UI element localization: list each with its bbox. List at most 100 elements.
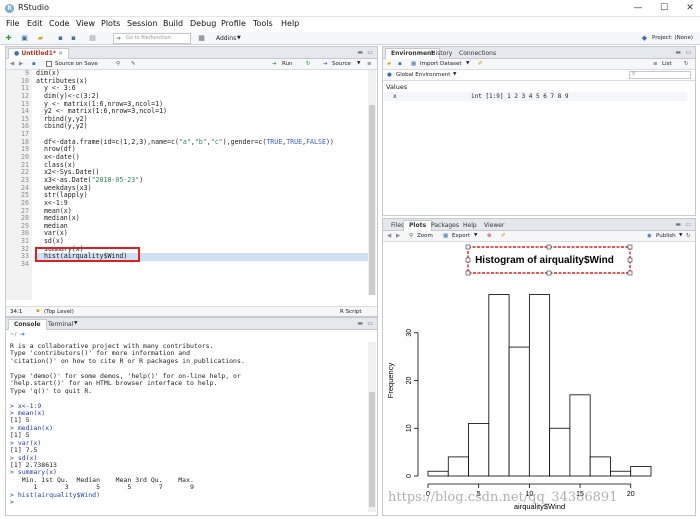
console-minimize-icon[interactable]: ▬: [357, 320, 363, 327]
code-area[interactable]: dim(x) attributes(x) y <- 3:6 dim(y)<-c(3…: [36, 69, 372, 300]
back-arrow-icon[interactable]: ◀: [10, 61, 14, 67]
console-input-line: > sd(x): [10, 453, 38, 462]
plots-maximize-icon[interactable]: ▭: [685, 221, 691, 228]
console-maximize-icon[interactable]: ▭: [367, 320, 373, 327]
publish-menu[interactable]: Publish: [656, 233, 676, 239]
tab-viewer[interactable]: Viewer: [478, 220, 510, 231]
tab-console[interactable]: Console: [8, 319, 47, 330]
import-dataset-button[interactable]: Import Dataset: [420, 61, 462, 67]
global-environment-menu[interactable]: Global Environment: [396, 72, 450, 78]
menu-plots[interactable]: Plots: [101, 19, 120, 28]
resize-handle: [627, 270, 633, 276]
environment-row[interactable]: x int [1:9] 1 2 3 4 5 6 7 8 9: [383, 92, 687, 101]
zoom-button[interactable]: Zoom: [417, 233, 433, 239]
code-tools-icon[interactable]: ✎: [131, 61, 136, 67]
export-menu[interactable]: Export: [452, 233, 470, 239]
menu-file[interactable]: File: [6, 19, 19, 28]
new-project-icon[interactable]: ▣: [20, 34, 29, 43]
code-line[interactable]: x<-date(): [36, 153, 372, 162]
plots-pane: Files Plots Packages Help Viewer ▬ ▭ ◀ ▶…: [382, 218, 696, 516]
editor-tab-untitled1[interactable]: ● Untitled1* ✕: [8, 48, 70, 59]
menu-help[interactable]: Help: [281, 19, 299, 28]
code-line[interactable]: median: [36, 222, 372, 231]
save-all-icon[interactable]: ▪: [69, 34, 78, 43]
forward-arrow-icon[interactable]: ▶: [19, 61, 23, 67]
remove-plot-icon[interactable]: ⊗: [487, 233, 492, 239]
env-refresh-icon[interactable]: ↻: [684, 61, 689, 67]
new-file-icon[interactable]: ✚: [4, 34, 13, 43]
maximize-button[interactable]: ☐: [656, 2, 672, 14]
source-chevron-icon[interactable]: ▼: [357, 61, 360, 66]
goto-file-input[interactable]: ➔ Go to file/function: [113, 33, 191, 44]
plots-minimize-icon[interactable]: ▬: [675, 221, 681, 228]
console-input-line: > x<-1:9: [10, 401, 42, 410]
code-line[interactable]: cbind(y,y2): [36, 123, 372, 131]
terminal-chevron-icon[interactable]: ▼: [74, 321, 77, 326]
menu-profile[interactable]: Profile: [221, 19, 246, 28]
load-workspace-icon[interactable]: ▰: [387, 61, 391, 67]
tab-connections[interactable]: Connections: [453, 48, 502, 59]
file-type-label[interactable]: R Script: [340, 309, 362, 315]
clear-plots-broom-icon[interactable]: ✐: [501, 233, 506, 239]
menu-edit[interactable]: Edit: [27, 19, 43, 28]
minimize-button[interactable]: —: [630, 2, 646, 14]
code-line[interactable]: [36, 261, 372, 269]
project-menu[interactable]: Project: (None): [652, 35, 693, 41]
source-on-save-checkbox[interactable]: [46, 61, 52, 67]
outline-icon[interactable]: ≡: [367, 61, 372, 67]
publish-chevron-icon[interactable]: ▼: [679, 233, 682, 238]
editor-save-icon[interactable]: ▪: [32, 61, 36, 67]
goto-placeholder: Go to file/function: [126, 35, 171, 41]
close-button[interactable]: ✕: [682, 2, 698, 14]
code-line[interactable]: attributes(x): [36, 77, 372, 86]
tab-close-icon[interactable]: ✕: [58, 50, 63, 57]
scope-label[interactable]: (Top Level): [44, 309, 74, 315]
code-line[interactable]: mean(x): [36, 207, 372, 216]
console-goto-icon[interactable]: ➔: [20, 331, 25, 338]
save-workspace-icon[interactable]: ▪: [398, 61, 402, 67]
code-line[interactable]: sd(x): [36, 237, 372, 246]
open-folder-icon[interactable]: ▰: [36, 34, 45, 43]
grid-layout-icon[interactable]: ▦: [197, 34, 206, 43]
resize-handle: [546, 244, 552, 250]
addins-menu[interactable]: Addins: [216, 35, 236, 42]
console-output[interactable]: R is a collaborative project with many c…: [10, 342, 370, 507]
code-line[interactable]: nrow(df): [36, 146, 372, 154]
code-line[interactable]: x<-1:9: [36, 199, 372, 208]
code-line[interactable]: df<-data.frame(id=c(1,2,3),name=c("a","b…: [36, 138, 372, 147]
environment-search-input[interactable]: ⚲: [629, 71, 691, 79]
print-icon[interactable]: ▤: [88, 34, 97, 43]
console-scrollbar-thumb[interactable]: [369, 392, 375, 507]
next-plot-icon[interactable]: ▶: [396, 233, 400, 239]
menu-debug[interactable]: Debug: [190, 19, 216, 28]
list-view-menu[interactable]: List: [662, 61, 672, 67]
prev-plot-icon[interactable]: ◀: [387, 233, 391, 239]
chart-title: Histogram of airquality$Wind: [475, 255, 614, 266]
code-line[interactable]: median(x): [36, 215, 372, 223]
menu-code[interactable]: Code: [49, 19, 69, 28]
search-icon[interactable]: ⚲: [116, 61, 120, 67]
code-line[interactable]: str(lapply): [36, 192, 372, 200]
broom-icon[interactable]: ✐: [478, 61, 483, 67]
env-minimize-icon[interactable]: ▬: [675, 49, 681, 56]
save-icon[interactable]: ▪: [56, 34, 65, 43]
rerun-icon[interactable]: ↻: [306, 61, 311, 67]
import-chevron-icon[interactable]: ▼: [466, 61, 469, 66]
source-button[interactable]: Source: [332, 61, 351, 67]
editor-scrollbar[interactable]: [368, 70, 376, 295]
minimize-pane-icon[interactable]: ▬: [357, 49, 363, 56]
menu-build[interactable]: Build: [163, 19, 183, 28]
env-maximize-icon[interactable]: ▭: [685, 49, 691, 56]
export-chevron-icon[interactable]: ▼: [474, 233, 477, 238]
console-scrollbar[interactable]: [368, 342, 376, 512]
maximize-pane-icon[interactable]: ▭: [367, 49, 373, 56]
code-line[interactable]: var(x): [36, 230, 372, 238]
plots-refresh-icon[interactable]: ↻: [686, 233, 691, 239]
run-button[interactable]: Run: [282, 61, 293, 67]
menu-session[interactable]: Session: [127, 19, 158, 28]
scope-chevron-icon[interactable]: ▼: [453, 72, 456, 77]
menu-tools[interactable]: Tools: [253, 19, 273, 28]
editor-scrollbar-thumb[interactable]: [369, 105, 375, 295]
env-var-value: int [1:9] 1 2 3 4 5 6 7 8 9: [471, 93, 569, 100]
menu-view[interactable]: View: [76, 19, 95, 28]
